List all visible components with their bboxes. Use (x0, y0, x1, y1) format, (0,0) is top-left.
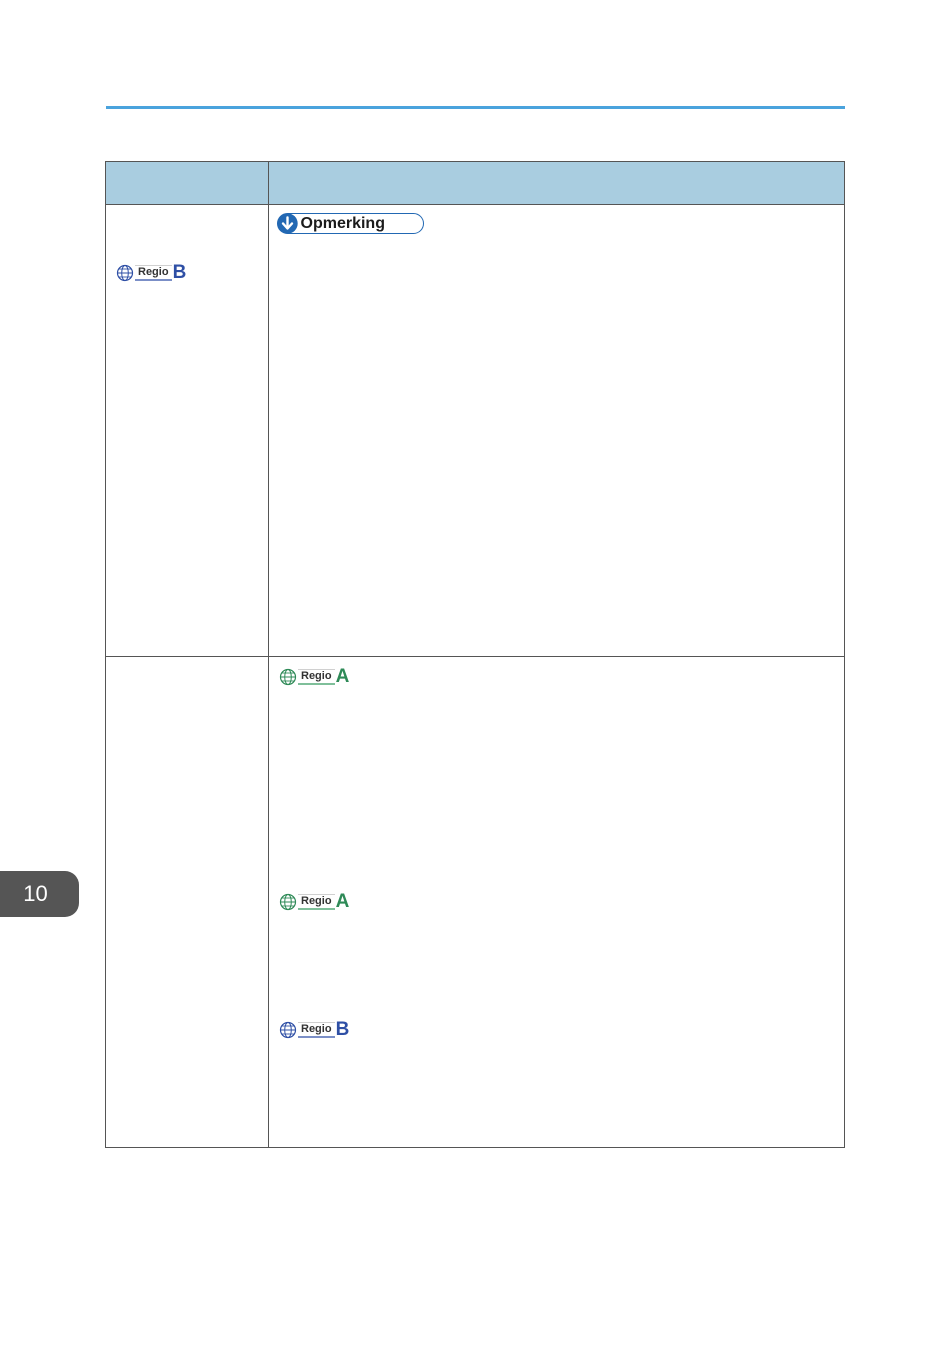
regio-b-badge: Regio B (116, 262, 187, 283)
table-header-col1 (106, 162, 116, 204)
regio-letter: B (172, 262, 187, 283)
globe-icon (116, 264, 134, 282)
table-header-row (106, 162, 844, 205)
chapter-tab: 10 (0, 871, 79, 917)
row-divider (106, 656, 844, 657)
regio-a-badge: Regio A (279, 891, 350, 912)
regio-b-badge: Regio B (279, 1019, 350, 1040)
regio-letter: A (335, 666, 350, 687)
regio-word: Regio (298, 669, 335, 685)
regio-word: Regio (135, 265, 172, 281)
regio-letter: A (335, 891, 350, 912)
regio-word: Regio (298, 1022, 335, 1038)
table-header-col2 (269, 162, 279, 204)
regio-letter: B (335, 1019, 350, 1040)
column-divider (268, 162, 269, 1147)
globe-icon (279, 1021, 297, 1039)
down-arrow-circle-icon (276, 213, 298, 234)
globe-icon (279, 893, 297, 911)
note-text: Opmerking (300, 214, 385, 232)
regio-word: Regio (298, 894, 335, 910)
globe-icon (279, 668, 297, 686)
spec-table (105, 161, 845, 1148)
note-label: Opmerking (276, 213, 424, 234)
regio-a-badge: Regio A (279, 666, 350, 687)
top-rule (106, 106, 845, 109)
